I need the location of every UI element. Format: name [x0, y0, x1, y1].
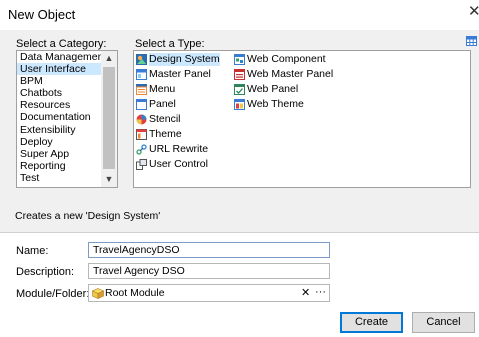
web-theme-icon — [234, 99, 245, 110]
name-field[interactable]: TravelAgencyDSO — [88, 242, 330, 258]
web-panel-icon — [234, 84, 245, 95]
cancel-button[interactable]: Cancel — [412, 312, 475, 333]
browse-more-icon[interactable]: ··· — [315, 285, 326, 299]
chevron-up-icon[interactable]: ▲ — [101, 51, 117, 65]
clear-icon[interactable]: ✕ — [301, 286, 310, 300]
module-icon — [92, 288, 104, 299]
panel-icon — [136, 99, 147, 110]
type-item-label: Web Master Panel — [247, 68, 334, 80]
type-item-url-rewrite[interactable]: URL Rewrite — [136, 143, 208, 156]
type-item-label: Web Panel — [247, 83, 299, 95]
create-button[interactable]: Create — [340, 312, 403, 333]
type-item-user-control[interactable]: User Control — [136, 158, 208, 171]
divider — [0, 232, 479, 233]
type-label: Select a Type: — [135, 38, 205, 50]
type-item-label: Design System — [149, 53, 220, 66]
description-field[interactable]: Travel Agency DSO — [88, 263, 330, 279]
type-item-web-component[interactable]: Web Component — [234, 53, 326, 66]
type-item-label: Web Component — [247, 53, 326, 65]
view-mode-icon[interactable] — [466, 36, 477, 46]
type-description: Creates a new 'Design System' — [15, 210, 161, 222]
type-item-label: Web Theme — [247, 98, 304, 110]
module-folder-field[interactable]: Root Module ✕ ··· — [88, 284, 330, 302]
type-item-master-panel[interactable]: Master Panel — [136, 68, 211, 81]
type-item-label: Menu — [149, 83, 176, 95]
type-item-label: Theme — [149, 128, 182, 140]
name-label: Name: — [16, 245, 49, 257]
type-item-label: Master Panel — [149, 68, 211, 80]
type-list[interactable]: Design System Master Panel Menu Panel St… — [133, 50, 471, 188]
stencil-icon — [136, 114, 147, 125]
design-system-icon — [136, 54, 147, 65]
url-rewrite-icon — [136, 144, 147, 155]
type-item-web-master-panel[interactable]: Web Master Panel — [234, 68, 333, 81]
type-item-label: Panel — [149, 98, 176, 110]
user-control-icon — [136, 159, 147, 170]
type-item-label: URL Rewrite — [149, 143, 209, 155]
menu-icon — [136, 84, 147, 95]
type-item-web-panel[interactable]: Web Panel — [234, 83, 298, 96]
module-label: Module/Folder: — [16, 288, 90, 300]
category-list[interactable]: Data Management User Interface BPM Chatb… — [16, 50, 118, 188]
type-item-label: Stencil — [149, 113, 181, 125]
master-panel-icon — [136, 69, 147, 80]
description-label: Description: — [16, 266, 75, 278]
web-master-panel-icon — [234, 69, 245, 80]
dialog-title: New Object — [8, 7, 76, 22]
theme-icon — [136, 129, 147, 140]
type-item-stencil[interactable]: Stencil — [136, 113, 181, 126]
chevron-down-icon[interactable]: ▼ — [101, 172, 117, 186]
type-item-label: User Control — [149, 158, 208, 170]
category-scrollbar[interactable]: ▲ ▼ — [101, 51, 117, 187]
close-icon[interactable]: ✕ — [468, 4, 479, 19]
module-value: Root Module — [105, 287, 165, 299]
category-label: Select a Category: — [16, 38, 107, 50]
type-item-menu[interactable]: Menu — [136, 83, 175, 96]
scroll-thumb[interactable] — [103, 67, 115, 169]
type-item-theme[interactable]: Theme — [136, 128, 182, 141]
type-item-panel[interactable]: Panel — [136, 98, 176, 111]
type-item-design-system[interactable]: Design System — [136, 53, 220, 66]
web-component-icon — [234, 54, 245, 65]
type-item-web-theme[interactable]: Web Theme — [234, 98, 304, 111]
